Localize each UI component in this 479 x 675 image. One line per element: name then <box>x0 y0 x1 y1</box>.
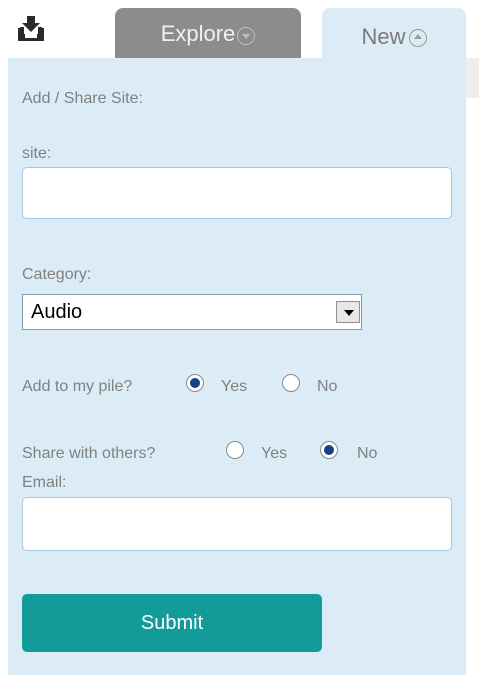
pile-yes-label: Yes <box>221 378 248 395</box>
chevron-up-circle-icon <box>408 29 427 47</box>
category-select[interactable]: Audio <box>22 294 362 330</box>
pile-no-label: No <box>317 378 338 395</box>
share-question: Share with others? <box>22 445 156 462</box>
pile-yes-radio[interactable] <box>186 374 204 392</box>
form-heading: Add / Share Site: <box>22 90 143 107</box>
download-tray-icon[interactable] <box>16 14 46 44</box>
category-label: Category: <box>22 266 92 283</box>
chevron-down-icon <box>336 301 360 323</box>
tab-new-label: New <box>361 24 406 49</box>
right-edge-strip <box>466 58 479 98</box>
category-selected-value: Audio <box>31 301 83 323</box>
tab-explore-label: Explore <box>160 21 236 46</box>
share-no-radio[interactable] <box>320 441 338 459</box>
pile-no-radio[interactable] <box>282 374 300 392</box>
share-yes-label: Yes <box>261 445 288 462</box>
share-no-label: No <box>357 445 378 462</box>
submit-button[interactable]: Submit <box>22 594 322 652</box>
add-share-panel <box>8 58 466 675</box>
tab-explore[interactable]: Explore <box>115 8 301 60</box>
site-input[interactable] <box>22 167 452 219</box>
site-label: site: <box>22 145 52 162</box>
app-root: Explore New Add / Share Site: site: Cate… <box>0 0 479 675</box>
email-input[interactable] <box>22 497 452 551</box>
chevron-down-circle-icon <box>237 27 256 45</box>
top-bar: Explore New <box>0 0 479 68</box>
share-yes-radio[interactable] <box>226 441 244 459</box>
email-label: Email: <box>22 474 67 491</box>
pile-question: Add to my pile? <box>22 378 133 395</box>
